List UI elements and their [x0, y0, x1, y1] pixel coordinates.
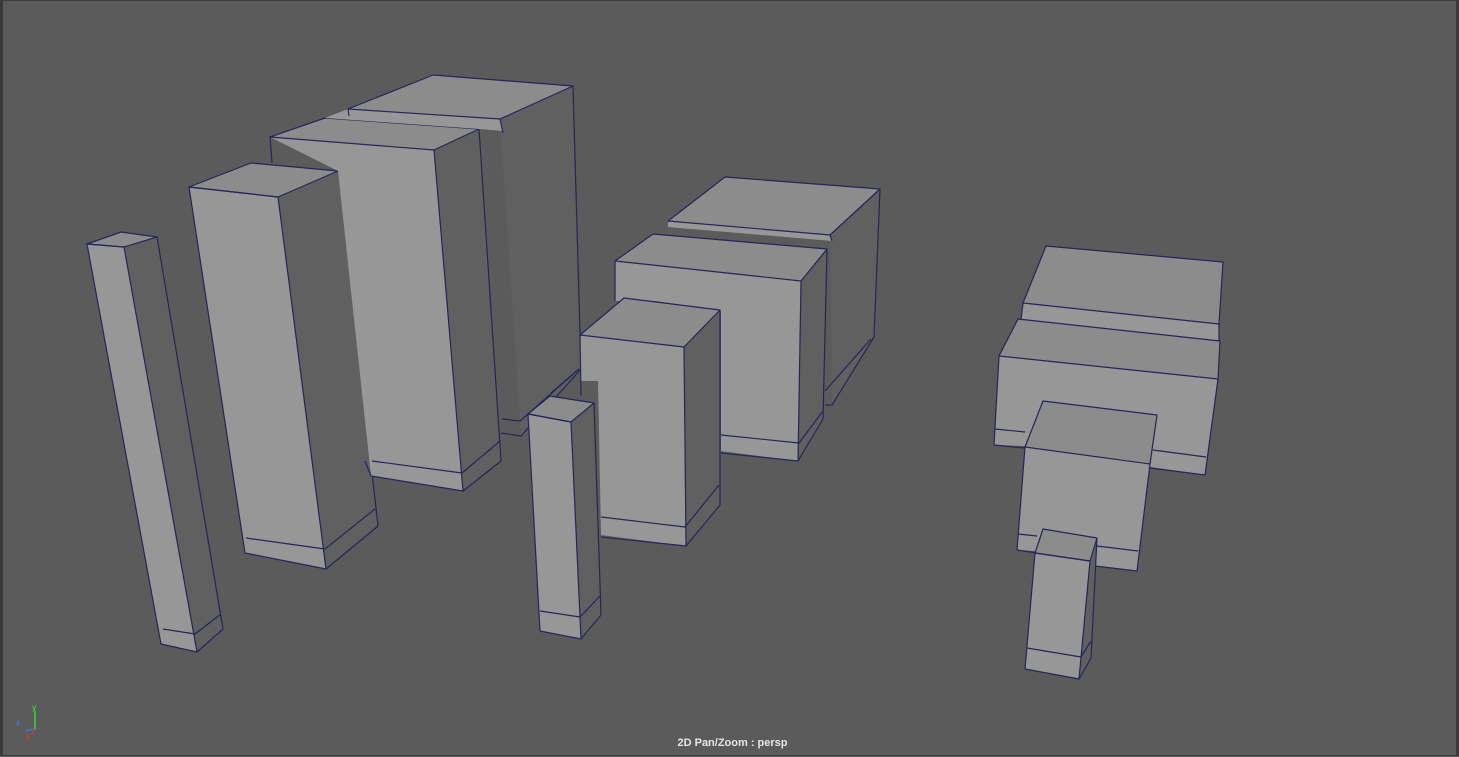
mesh-box-center-front[interactable]	[579, 297, 721, 547]
camera-label: 2D Pan/Zoom : persp	[677, 737, 788, 749]
mesh-pillar-left[interactable]	[86, 231, 224, 653]
perspective-viewport[interactable]: y z x 2D Pan/Zoom : persp	[0, 0, 1459, 756]
axis-y-label: y	[32, 703, 37, 712]
mesh-pillar-center[interactable]	[527, 395, 602, 640]
mesh-pillar-right[interactable]	[1024, 528, 1098, 680]
scene-geometry[interactable]	[3, 1, 1459, 757]
axis-gizmo: y z x	[16, 703, 37, 741]
axis-x-label: z	[16, 718, 20, 727]
